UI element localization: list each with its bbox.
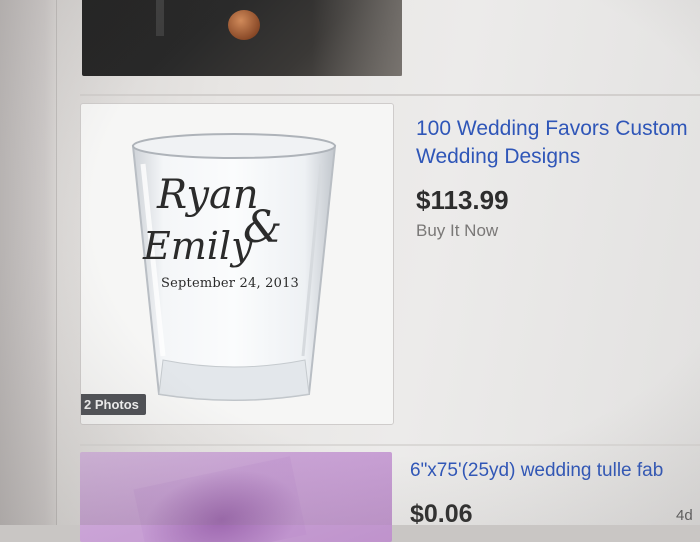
thumbnail-detail [156, 0, 164, 36]
listing-title-line: Wedding Designs [416, 145, 581, 168]
listing-format: Buy It Now [416, 221, 499, 240]
engraved-names: Ryan & Emily [143, 172, 323, 292]
gutter-divider [56, 0, 57, 525]
listing-divider [80, 444, 700, 446]
thumbnail-shade [312, 0, 402, 76]
tulle-fabric-image [133, 456, 307, 542]
photos-count-badge[interactable]: 2 Photos [81, 394, 146, 415]
listing-thumbnail[interactable]: Ryan & Emily September 24, 2013 2 Photos [80, 103, 394, 425]
penny-image [228, 10, 260, 40]
listing-title-link[interactable]: 100 Wedding Favors Custom Wedding Design… [416, 115, 700, 171]
left-gutter [0, 0, 56, 525]
listing-time-left: 4d [676, 507, 693, 524]
listing-price: $113.99 [416, 185, 509, 215]
listing-title-link[interactable]: 6"x75'(25yd) wedding tulle fab [410, 460, 663, 482]
listing-title-line: 100 Wedding Favors Custom [416, 117, 688, 140]
previous-listing-thumbnail[interactable] [82, 0, 402, 76]
engraving-date: September 24, 2013 [161, 276, 300, 291]
listing-thumbnail[interactable] [80, 452, 392, 542]
shot-glass-image: Ryan & Emily September 24, 2013 [129, 124, 339, 414]
engraving-name-2: Emily [143, 224, 253, 268]
listing-divider [80, 94, 700, 96]
